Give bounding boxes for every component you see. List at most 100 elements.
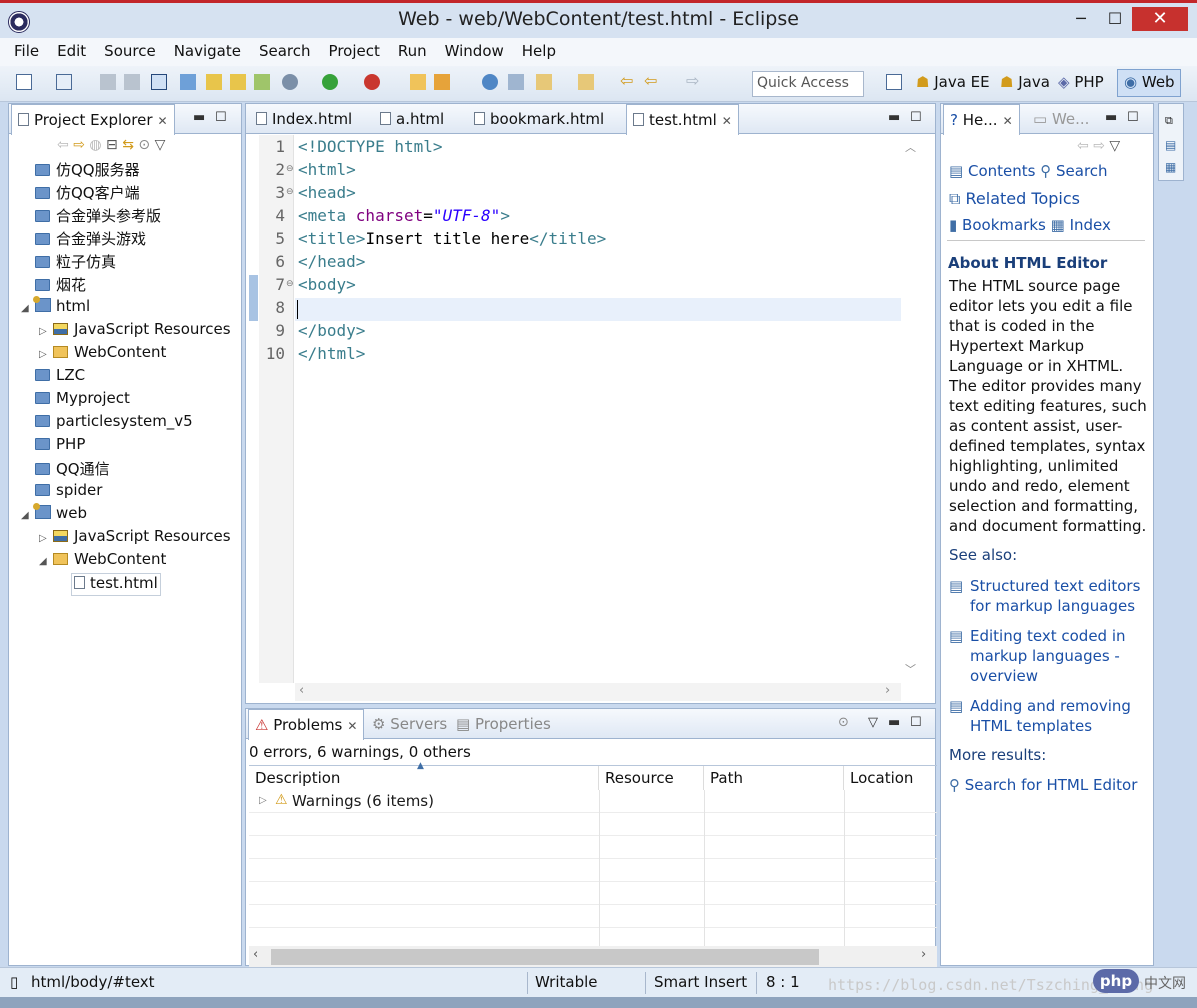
tab-bookmark-html[interactable]: bookmark.html xyxy=(468,104,610,134)
save-all-icon[interactable] xyxy=(124,74,140,90)
palette-icon[interactable]: ▦ xyxy=(1165,160,1176,174)
collapse-all-icon[interactable]: ⊟ xyxy=(106,137,118,153)
index-link[interactable]: Index xyxy=(1070,216,1111,234)
expand-arrow-icon[interactable]: ◢ xyxy=(21,303,35,314)
back-nav-icon[interactable]: ⇦ xyxy=(57,137,69,153)
fold-icon[interactable]: ⊖ xyxy=(286,164,294,174)
maximize-view-icon[interactable]: ☐ xyxy=(215,110,227,125)
close-icon[interactable]: ✕ xyxy=(722,114,732,128)
new-file-icon[interactable] xyxy=(254,74,270,90)
close-icon[interactable]: ✕ xyxy=(347,719,357,733)
fold-icon[interactable]: ⊖ xyxy=(286,187,294,197)
tree-item[interactable]: 烟花 xyxy=(35,274,86,297)
contents-link[interactable]: Contents xyxy=(968,162,1035,180)
quick-access-input[interactable]: Quick Access xyxy=(752,71,864,97)
expand-arrow-icon[interactable]: ◢ xyxy=(39,556,53,567)
tab-servers[interactable]: ⚙ Servers xyxy=(366,709,453,739)
last-edit-icon[interactable]: ⇦ xyxy=(620,73,636,90)
restore-icon[interactable]: ⧉ xyxy=(1165,114,1173,128)
tree-item[interactable]: 合金弹头参考版 xyxy=(35,205,161,228)
menu-edit[interactable]: Edit xyxy=(43,38,90,60)
tree-item[interactable]: QQ通信 xyxy=(35,458,110,481)
column-description[interactable]: Description xyxy=(249,766,599,790)
scroll-left-icon[interactable]: ‹ xyxy=(299,683,304,698)
maximize-view-icon[interactable]: ☐ xyxy=(1127,110,1139,125)
back-icon[interactable]: ⇦ xyxy=(644,73,660,90)
maximize-view-icon[interactable]: ☐ xyxy=(910,110,922,125)
tree-item[interactable]: LZC xyxy=(35,366,85,389)
collapse-arrow-icon[interactable]: ▷ xyxy=(39,349,53,360)
tab-test-html[interactable]: test.html ✕ xyxy=(626,104,739,135)
tree-item[interactable]: PHP xyxy=(35,435,85,458)
view-menu-icon[interactable]: ▽ xyxy=(1109,138,1120,154)
view-menu-icon[interactable]: ▽ xyxy=(155,137,166,153)
tree-item[interactable]: 合金弹头游戏 xyxy=(35,228,146,251)
close-icon[interactable]: ✕ xyxy=(158,114,168,128)
tree-item-selected[interactable]: test.html xyxy=(71,573,161,596)
tab-help[interactable]: ? He... ✕ xyxy=(943,104,1020,135)
expand-arrow-icon[interactable]: ▷ xyxy=(259,795,267,806)
column-resource[interactable]: Resource xyxy=(599,766,704,790)
code-area[interactable]: 1 2 ⊖ 3 ⊖ 4 5 6 7 ⊖ 8 9 10 <!DOCTYPE htm… xyxy=(246,135,935,703)
explorer-tree-icon[interactable]: ⊙ xyxy=(138,137,150,153)
perspective-java[interactable]: ☗ Java xyxy=(1000,73,1050,91)
minimize-view-icon[interactable]: ▬ xyxy=(193,110,205,125)
menu-search[interactable]: Search xyxy=(245,38,315,60)
tree-item[interactable]: ◢ html xyxy=(21,296,90,320)
tree-item[interactable]: 粒子仿真 xyxy=(35,251,116,274)
scroll-up-icon[interactable]: ︿ xyxy=(905,139,916,155)
link-editor-icon[interactable]: ⇆ xyxy=(122,137,134,153)
search-link[interactable]: Search xyxy=(1056,162,1108,180)
column-location[interactable]: Location xyxy=(844,766,937,790)
forward-icon[interactable]: ⇨ xyxy=(686,73,702,90)
scroll-thumb[interactable] xyxy=(271,949,819,965)
table-row[interactable]: ▷ ⚠ Warnings (6 items) xyxy=(249,790,937,813)
web-browser-icon[interactable] xyxy=(482,74,498,90)
maximize-button[interactable]: ☐ xyxy=(1098,7,1132,31)
related-topics-link[interactable]: Related Topics xyxy=(966,189,1080,208)
save-icon[interactable] xyxy=(100,74,116,90)
search-tool-icon[interactable] xyxy=(508,74,524,90)
minimize-view-icon[interactable]: ▬ xyxy=(1105,110,1117,125)
open-type-icon[interactable] xyxy=(410,74,426,90)
minimize-view-icon[interactable]: ▬ xyxy=(888,110,900,125)
scroll-down-icon[interactable]: ﹀ xyxy=(905,661,916,677)
run-icon[interactable] xyxy=(322,74,338,90)
debug-icon[interactable] xyxy=(282,74,298,90)
tree-item[interactable]: ▷ WebContent xyxy=(39,343,166,366)
back-nav-icon[interactable]: ⇦ xyxy=(1077,138,1089,154)
vertical-scrollbar[interactable]: ︿ ﹀ xyxy=(901,139,919,679)
tab-web-browser[interactable]: ▭ We... xyxy=(1027,104,1095,134)
minimize-view-icon[interactable]: ▬ xyxy=(888,715,900,730)
tab-a-html[interactable]: a.html xyxy=(374,104,450,134)
tree-item[interactable]: ▷ JavaScript Resources xyxy=(39,527,231,550)
collapse-arrow-icon[interactable]: ▷ xyxy=(39,533,53,544)
tree-item[interactable]: particlesystem_v5 xyxy=(35,412,193,435)
forward-nav-icon[interactable]: ⇨ xyxy=(73,137,85,153)
tab-index-html[interactable]: Index.html xyxy=(250,104,358,134)
new-class-icon[interactable] xyxy=(230,74,246,90)
table-hscrollbar[interactable]: ‹ › xyxy=(249,946,937,968)
console-icon[interactable] xyxy=(151,74,167,90)
menu-window[interactable]: Window xyxy=(431,38,508,60)
close-button[interactable]: ✕ xyxy=(1132,7,1188,31)
menu-run[interactable]: Run xyxy=(384,38,431,60)
tree-item[interactable]: Myproject xyxy=(35,389,130,412)
new-icon[interactable] xyxy=(16,74,32,90)
tree-item[interactable]: 仿QQ客户端 xyxy=(35,182,140,205)
scroll-right-icon[interactable]: › xyxy=(921,947,926,962)
outline-icon[interactable]: ▤ xyxy=(1165,138,1176,152)
tree-item[interactable]: ◢ WebContent xyxy=(39,550,166,573)
perspective-java-ee[interactable]: ☗ Java EE xyxy=(916,73,990,91)
close-icon[interactable]: ✕ xyxy=(1003,114,1013,128)
next-annotation-icon[interactable] xyxy=(536,74,552,90)
tree-item[interactable]: spider xyxy=(35,481,102,504)
menu-navigate[interactable]: Navigate xyxy=(160,38,245,60)
new-server-icon[interactable] xyxy=(206,74,222,90)
scroll-left-icon[interactable]: ‹ xyxy=(253,947,258,962)
bookmarks-link[interactable]: Bookmarks xyxy=(962,216,1046,234)
tree-item[interactable]: 仿QQ服务器 xyxy=(35,159,140,182)
view-menu-icon[interactable]: ▽ xyxy=(868,715,878,730)
tab-problems[interactable]: ⚠ Problems ✕ xyxy=(248,709,365,740)
open-task-icon[interactable] xyxy=(434,74,450,90)
